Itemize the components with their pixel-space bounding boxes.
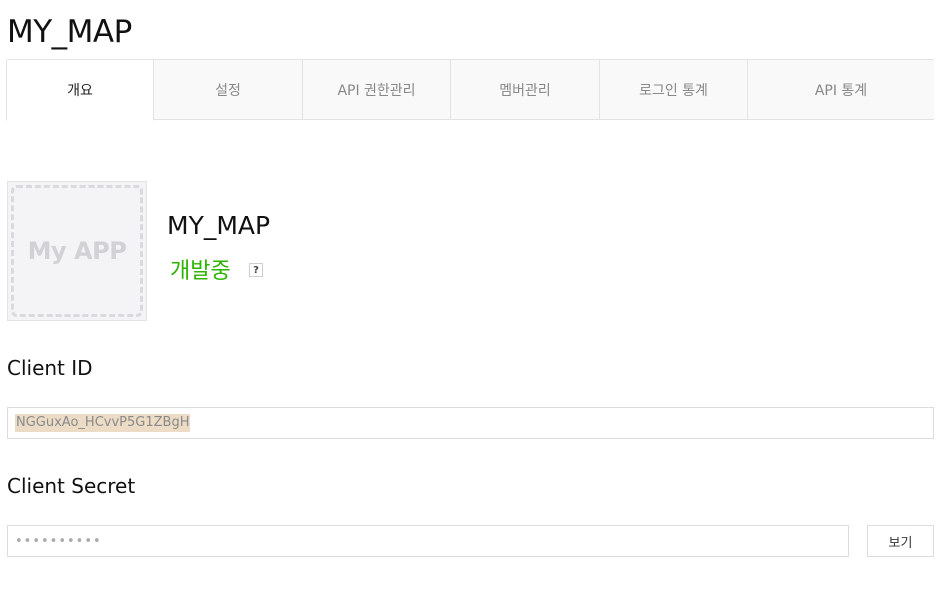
tab-settings[interactable]: 설정 [154,60,303,120]
tab-api-permissions[interactable]: API 권한관리 [303,60,451,120]
client-id-label: Client ID [7,356,93,380]
show-secret-button[interactable]: 보기 [867,525,934,557]
client-id-value: NGGuxAo_HCvvP5G1ZBgH [15,414,191,432]
app-name: MY_MAP [167,211,271,240]
app-thumbnail: My APP [7,181,147,321]
client-secret-label: Client Secret [7,474,136,498]
app-overview-page: MY_MAP 개요 설정 API 권한관리 멤버관리 로그인 통계 API 통계… [0,0,946,596]
tab-bar: 개요 설정 API 권한관리 멤버관리 로그인 통계 API 통계 [6,59,934,121]
tab-login-stats[interactable]: 로그인 통계 [600,60,748,120]
app-thumbnail-text: My APP [27,237,127,265]
tab-members[interactable]: 멤버관리 [451,60,600,120]
tab-overview[interactable]: 개요 [6,60,154,121]
client-id-field[interactable]: NGGuxAo_HCvvP5G1ZBgH [7,407,934,439]
client-secret-field[interactable]: •••••••••• [7,525,849,557]
page-title: MY_MAP [7,14,132,50]
app-status-badge: 개발중 [170,259,231,284]
tab-api-stats[interactable]: API 통계 [748,60,934,120]
app-thumbnail-placeholder: My APP [11,185,143,317]
help-icon[interactable]: ? [249,263,263,277]
